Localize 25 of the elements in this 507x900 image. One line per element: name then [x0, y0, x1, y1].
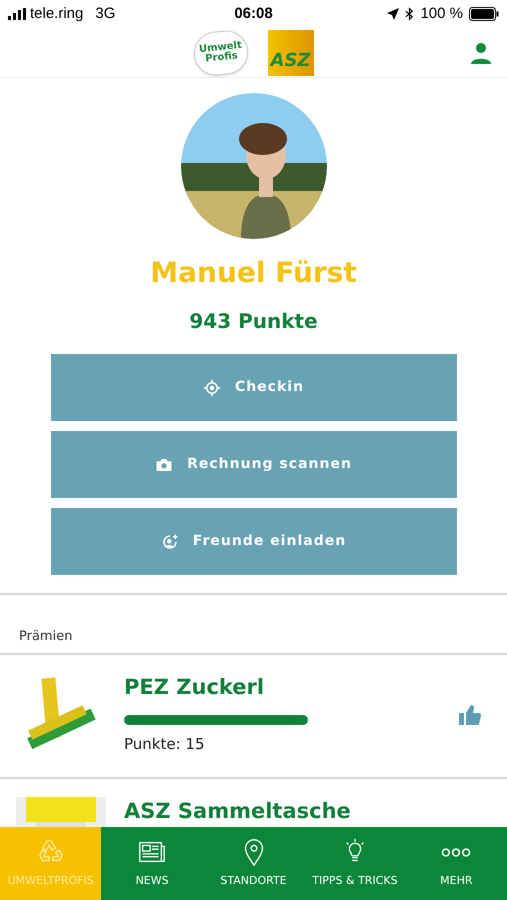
- action-button[interactable]: Checkin: [50, 354, 456, 421]
- user-icon[interactable]: [469, 40, 493, 64]
- signal-icon: [8, 8, 26, 20]
- logo-text: ASZ: [270, 52, 310, 70]
- add-person-icon: [160, 532, 179, 550]
- profile-name: Manuel Fürst: [150, 256, 357, 290]
- location-arrow-icon: [387, 8, 400, 20]
- logo-text: Profis: [204, 50, 238, 64]
- action-button[interactable]: Freunde einladen: [50, 508, 456, 575]
- carrier-name: tele.ring: [30, 4, 84, 24]
- more-icon: [441, 848, 472, 857]
- clock-time: 06:08: [234, 4, 273, 24]
- points-total: 943 Punkte: [189, 308, 318, 334]
- reward-item[interactable]: PEZ Zuckerl Punkte: 15: [0, 655, 507, 779]
- battery-percent: 100 %: [420, 4, 463, 24]
- section-title: Prämien: [19, 629, 72, 644]
- target-icon: [202, 378, 221, 396]
- thumbs-up-icon[interactable]: [457, 703, 483, 727]
- bluetooth-icon: [405, 7, 414, 21]
- network-type: 3G: [95, 4, 116, 24]
- action-button[interactable]: Rechnung scannen: [50, 431, 456, 498]
- reward-name: PEZ Zuckerl: [124, 674, 266, 701]
- reward-name: ASZ Sammeltasche: [124, 798, 352, 825]
- reward-points: Punkte: 15: [124, 734, 206, 755]
- battery-icon: [469, 7, 499, 21]
